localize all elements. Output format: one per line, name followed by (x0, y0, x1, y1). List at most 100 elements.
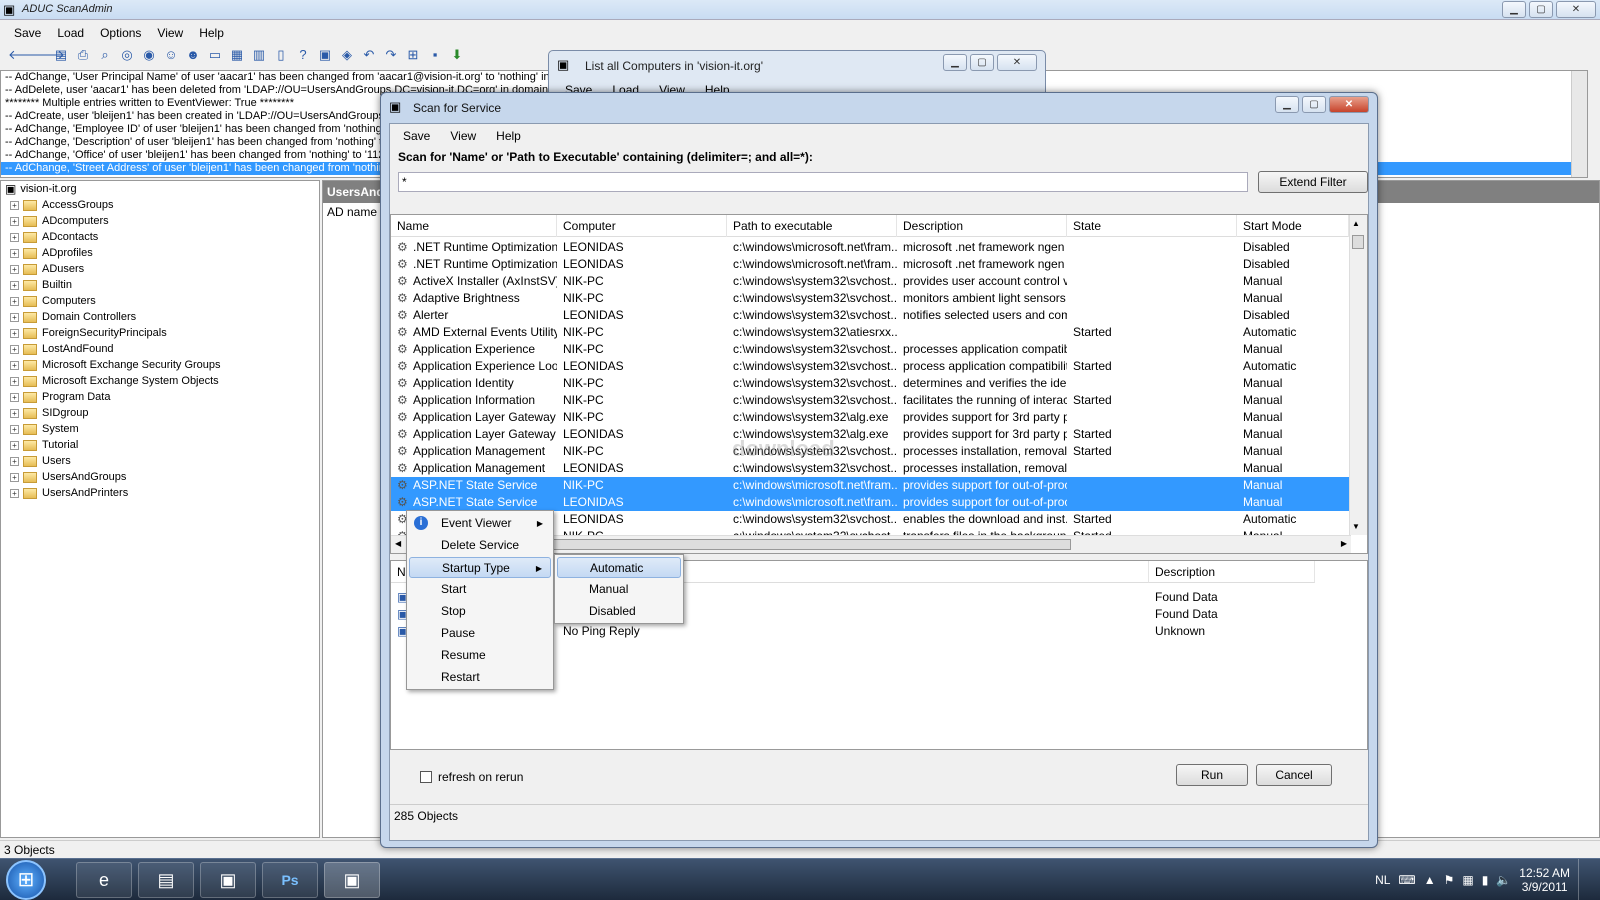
tree-item[interactable]: + Domain Controllers (1, 309, 319, 325)
expand-icon[interactable]: + (10, 376, 19, 386)
log-scrollbar[interactable] (1571, 71, 1587, 177)
menu-save[interactable]: Save (8, 22, 47, 42)
download-icon[interactable]: ⬇ (448, 46, 466, 64)
tray-expand-icon[interactable]: ▲ (1424, 873, 1436, 887)
column-start-mode[interactable]: Start Mode (1237, 215, 1349, 237)
menu-view[interactable]: View (151, 22, 189, 42)
ctx-delete-service[interactable]: Delete Service (409, 535, 551, 556)
service-row[interactable]: ⚙ Application Identity NIK-PC c:\windows\sy… (391, 375, 1349, 392)
maximize-button[interactable]: ▢ (1529, 1, 1553, 18)
minimize-button[interactable]: ▁ (1502, 1, 1526, 18)
volume-icon[interactable]: 🔈 (1496, 873, 1511, 887)
users-icon[interactable]: ☻ (184, 46, 202, 64)
service-row[interactable]: ⚙Application Layer Gateway S...NIK-PCc:\… (391, 409, 1349, 426)
tree-item[interactable]: + Computers (1, 293, 319, 309)
binoculars-icon[interactable]: ◎ (118, 46, 136, 64)
expand-icon[interactable]: + (10, 248, 19, 258)
tree-item[interactable]: + Tutorial (1, 437, 319, 453)
scroll-right-icon[interactable]: ▶ (1341, 539, 1347, 548)
expand-icon[interactable]: + (10, 472, 19, 482)
expand-icon[interactable]: + (10, 392, 19, 402)
forward-icon[interactable]: 🡒 (30, 46, 65, 64)
language-indicator[interactable]: NL (1375, 873, 1390, 887)
expand-icon[interactable]: + (10, 424, 19, 434)
expand-icon[interactable]: + (10, 408, 19, 418)
start-button[interactable]: ⊞ (6, 860, 46, 900)
expand-icon[interactable]: + (10, 216, 19, 226)
ie-icon[interactable]: e (76, 862, 132, 898)
expand-icon[interactable]: + (10, 312, 19, 322)
network-tray-icon[interactable]: ▦ (1462, 873, 1473, 887)
minimize-button[interactable]: ▁ (1275, 96, 1299, 113)
expand-icon[interactable]: + (10, 344, 19, 354)
column-bottom-description[interactable]: Description (1149, 561, 1315, 583)
service-row[interactable]: ⚙ Application Management NIK-PC c:\windows\… (391, 443, 1349, 460)
ctx-resume[interactable]: Resume (409, 645, 551, 666)
back-icon[interactable]: 🡐 (8, 46, 43, 64)
expand-icon[interactable]: + (10, 264, 19, 274)
search-icon[interactable]: ⌕ (96, 46, 114, 64)
show-desktop-button[interactable] (1578, 859, 1590, 900)
ad-name-column[interactable]: AD name ( (323, 205, 384, 219)
save-icon[interactable]: ▤ (52, 46, 70, 64)
column-computer[interactable]: Computer (557, 215, 727, 237)
redo-icon[interactable]: ↷ (382, 46, 400, 64)
extend-filter-button[interactable]: Extend Filter (1258, 171, 1368, 193)
ctx-startup-type[interactable]: Startup Type ▶ (409, 557, 551, 578)
keyboard-icon[interactable]: ⌨ (1398, 873, 1415, 887)
column-name[interactable]: Name (391, 215, 557, 237)
expand-icon[interactable]: + (10, 280, 19, 290)
ctx-pause[interactable]: Pause (409, 623, 551, 644)
refresh-on-rerun[interactable]: refresh on rerun (420, 770, 523, 784)
tree-item[interactable]: + ADcomputers (1, 213, 319, 229)
service-row[interactable]: ⚙ ASP.NET State Service NIK-PC c:\windows\m… (391, 477, 1349, 494)
close-button[interactable]: ✕ (1556, 1, 1596, 18)
tree-item[interactable]: + Builtin (1, 277, 319, 293)
service-row[interactable]: ⚙ AMD External Events Utility NIK-PC c:\win… (391, 324, 1349, 341)
scroll-up-icon[interactable]: ▲ (1352, 219, 1360, 228)
expand-icon[interactable]: + (10, 488, 19, 498)
menu-help[interactable]: Help (193, 22, 230, 42)
maximize-button[interactable]: ▢ (1302, 96, 1326, 113)
column-description[interactable]: Description (897, 215, 1067, 237)
startup-disabled[interactable]: Disabled (557, 601, 681, 622)
expand-icon[interactable]: + (10, 232, 19, 242)
service-row[interactable]: ⚙Application Experience Look...LEONIDASc… (391, 358, 1349, 375)
server-icon[interactable]: ▪ (426, 46, 444, 64)
explorer-icon[interactable]: ▤ (138, 862, 194, 898)
service-row[interactable]: ⚙ Application Experience NIK-PC c:\windows\… (391, 341, 1349, 358)
ctx-start[interactable]: Start (409, 579, 551, 600)
service-row[interactable]: ⚙Application Layer Gateway S...LEONIDASc… (391, 426, 1349, 443)
user-icon[interactable]: ☺ (162, 46, 180, 64)
ctx-restart[interactable]: Restart (409, 667, 551, 688)
folder-icon[interactable]: ▯ (272, 46, 290, 64)
expand-icon[interactable]: + (10, 440, 19, 450)
refresh-checkbox[interactable] (420, 771, 432, 783)
service-row[interactable]: ⚙.NET Runtime Optimization S...LEONIDASc… (391, 239, 1349, 256)
ou-tree[interactable]: ▣ vision-it.org + AccessGroups + ADcomputer… (0, 180, 320, 838)
tree-item[interactable]: + Microsoft Exchange Security Groups (1, 357, 319, 373)
service-row[interactable]: ⚙ ASP.NET State Service LEONIDAS c:\windows… (391, 494, 1349, 511)
ctx-event-viewer[interactable]: Event Viewer ▶ (409, 513, 551, 534)
close-button[interactable]: ✕ (1329, 96, 1369, 113)
network-icon[interactable]: ⊞ (404, 46, 422, 64)
tree-item[interactable]: + Users (1, 453, 319, 469)
ctx-stop[interactable]: Stop (409, 601, 551, 622)
minimize-button[interactable]: ▁ (943, 54, 967, 71)
tree-item[interactable]: + ADprofiles (1, 245, 319, 261)
column-path[interactable]: Path to executable (727, 215, 897, 237)
tree-item[interactable]: + ADcontacts (1, 229, 319, 245)
expand-icon[interactable]: + (10, 456, 19, 466)
list-computers-window[interactable]: ▣ List all Computers in 'vision-it.org' … (548, 50, 1046, 98)
scanadmin-taskbar-icon[interactable]: ▣ (324, 862, 380, 898)
computer-icon[interactable]: ▭ (206, 46, 224, 64)
office-icon[interactable]: ◈ (338, 46, 356, 64)
contact-icon[interactable]: ▦ (228, 46, 246, 64)
menu-options[interactable]: Options (94, 22, 147, 42)
close-button[interactable]: ✕ (997, 54, 1037, 71)
scroll-thumb[interactable] (1352, 235, 1364, 249)
tree-item[interactable]: + Microsoft Exchange System Objects (1, 373, 319, 389)
flag-icon[interactable]: ⚑ (1444, 873, 1455, 887)
expand-icon[interactable]: + (10, 200, 19, 210)
tree-item[interactable]: + LostAndFound (1, 341, 319, 357)
